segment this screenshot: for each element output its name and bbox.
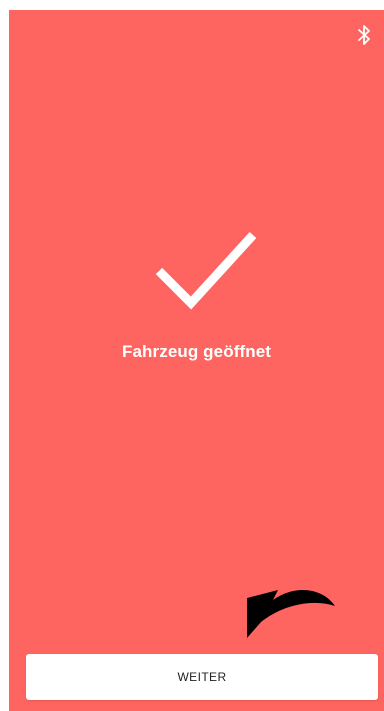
checkmark-icon: [149, 225, 261, 315]
weiter-button[interactable]: WEITER: [26, 654, 378, 700]
bluetooth-icon: [355, 24, 373, 46]
status-title: Fahrzeug geöffnet: [121, 342, 272, 361]
vehicle-opened-screen: Fahrzeug geöffnet WEITER: [9, 10, 384, 711]
curved-arrow-icon: [231, 580, 337, 650]
